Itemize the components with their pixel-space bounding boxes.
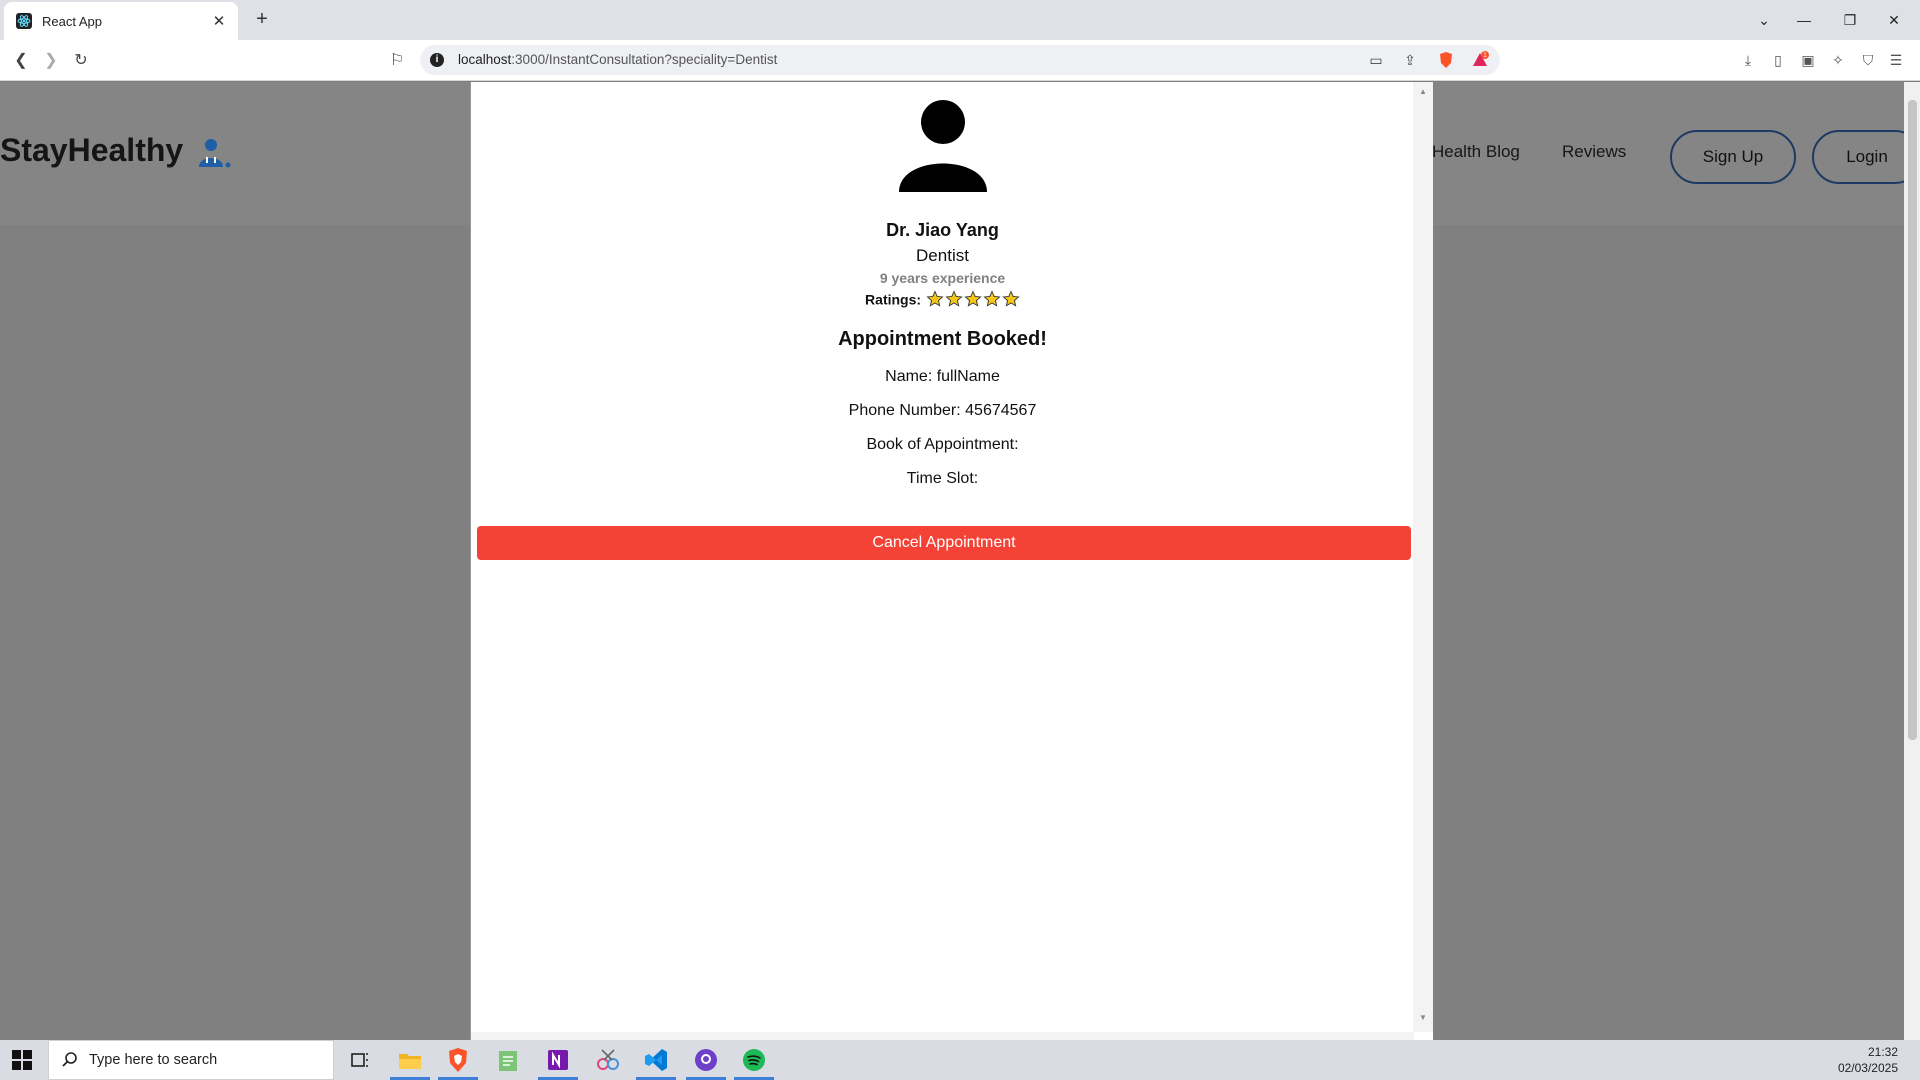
star-icon — [983, 290, 1001, 307]
vscode-icon[interactable] — [642, 1046, 670, 1074]
doctor-name: Dr. Jiao Yang — [886, 220, 999, 240]
spotify-icon[interactable] — [740, 1046, 768, 1074]
share-icon[interactable]: ⇪ — [1400, 50, 1420, 70]
clock-time: 21:32 — [1867, 1045, 1898, 1059]
windows-start-icon[interactable] — [12, 1050, 32, 1070]
modal-content: Dr. Jiao Yang Dentist 9 years experience… — [471, 82, 1414, 1032]
brave-rewards-icon[interactable]: 1 — [1470, 50, 1490, 70]
leo-ai-icon[interactable]: ✧ — [1828, 50, 1848, 70]
react-icon — [16, 13, 32, 29]
cast-icon[interactable]: ▭ — [1366, 50, 1386, 70]
doctor-speciality: Dentist — [916, 246, 969, 265]
scroll-down-icon[interactable]: ▼ — [1413, 1010, 1433, 1026]
login-button[interactable]: Login — [1812, 130, 1904, 184]
brave-shield-icon[interactable] — [1436, 50, 1456, 70]
booking-time-slot: Time Slot: — [906, 470, 979, 487]
modal-vertical-scrollbar[interactable]: ▲ ▼ — [1413, 82, 1433, 1032]
bookmark-icon[interactable]: ⚐ — [384, 48, 410, 74]
site-info-icon[interactable]: i — [430, 53, 444, 67]
browser-tab[interactable]: React App ✕ — [4, 2, 238, 40]
url-path: :3000/InstantConsultation?speciality=Den… — [511, 52, 778, 67]
url-text[interactable]: localhost:3000/InstantConsultation?speci… — [458, 52, 777, 67]
reload-icon[interactable]: ↻ — [68, 48, 94, 74]
tab-title: React App — [42, 13, 102, 29]
star-icon — [1002, 290, 1020, 307]
taskbar-search-input[interactable]: Type here to search — [48, 1040, 334, 1080]
ratings-label: Ratings: — [865, 291, 922, 308]
brave-browser-icon[interactable] — [444, 1046, 472, 1074]
close-tab-icon[interactable]: ✕ — [210, 12, 228, 30]
rating-stars — [925, 290, 1020, 307]
windows-taskbar: Type here to search 21:32 02/03/2025 — [0, 1040, 1920, 1080]
booking-date: Book of Appointment: — [866, 436, 1019, 453]
file-explorer-icon[interactable] — [396, 1046, 424, 1074]
tab-search-chevron-icon[interactable]: ⌄ — [1744, 6, 1784, 34]
brand-text: StayHealthy — [0, 132, 184, 168]
doctor-experience: 9 years experience — [879, 270, 1006, 286]
search-placeholder: Type here to search — [89, 1052, 218, 1068]
github-desktop-icon[interactable] — [692, 1046, 720, 1074]
rewards-badge: 1 — [1483, 52, 1487, 59]
brand-logo[interactable]: StayHealthy — [0, 132, 232, 169]
booking-name: Name: fullName — [885, 368, 1000, 385]
modal-horizontal-scrollbar[interactable] — [471, 1032, 1414, 1040]
appointment-modal: Dr. Jiao Yang Dentist 9 years experience… — [470, 82, 1433, 1040]
new-tab-icon[interactable]: + — [250, 8, 274, 32]
onenote-icon[interactable] — [544, 1046, 572, 1074]
star-icon — [945, 290, 963, 307]
star-icon — [964, 290, 982, 307]
search-icon — [62, 1052, 77, 1067]
task-view-icon[interactable] — [346, 1046, 374, 1074]
vpn-icon[interactable]: ⛉ — [1858, 50, 1878, 70]
wallet-icon[interactable]: ▣ — [1798, 50, 1818, 70]
forward-icon[interactable]: ❯ — [38, 48, 64, 74]
browser-tab-bar: React App ✕ + ⌄ — ❐ ✕ — [0, 0, 1920, 40]
nav-health-blog[interactable]: Health Blog — [1432, 142, 1520, 162]
url-host: localhost — [458, 52, 512, 67]
page-vertical-scrollbar[interactable] — [1904, 82, 1920, 1040]
sidebar-icon[interactable]: ▯ — [1768, 50, 1788, 70]
browser-toolbar: ❮ ❯ ↻ ⚐ i localhost:3000/InstantConsulta… — [0, 40, 1920, 81]
back-icon[interactable]: ❮ — [8, 48, 34, 74]
close-window-icon[interactable]: ✕ — [1874, 6, 1914, 34]
menu-icon[interactable]: ☰ — [1886, 50, 1906, 70]
doctor-icon — [199, 138, 231, 168]
nav-reviews[interactable]: Reviews — [1562, 142, 1626, 162]
clock-date: 02/03/2025 — [1837, 1061, 1898, 1075]
star-icon — [926, 290, 944, 307]
download-icon[interactable]: ⤓ — [1738, 50, 1758, 70]
user-avatar-icon — [899, 100, 987, 192]
cancel-appointment-button[interactable]: Cancel Appointment — [477, 526, 1411, 560]
minimize-icon[interactable]: — — [1784, 6, 1824, 34]
page-scroll-thumb[interactable] — [1908, 100, 1917, 740]
sign-up-button[interactable]: Sign Up — [1670, 130, 1796, 184]
address-bar[interactable]: i localhost:3000/InstantConsultation?spe… — [420, 45, 1500, 75]
scroll-up-icon[interactable]: ▲ — [1413, 84, 1433, 100]
booking-phone: Phone Number: 45674567 — [848, 402, 1037, 419]
booked-title: Appointment Booked! — [838, 328, 1047, 350]
restore-icon[interactable]: ❐ — [1830, 6, 1870, 34]
notepad-icon[interactable] — [494, 1046, 522, 1074]
doctor-ratings: Ratings: — [471, 290, 1414, 308]
system-clock[interactable]: 21:32 02/03/2025 — [1838, 1044, 1898, 1076]
snipping-tool-icon[interactable] — [594, 1046, 622, 1074]
